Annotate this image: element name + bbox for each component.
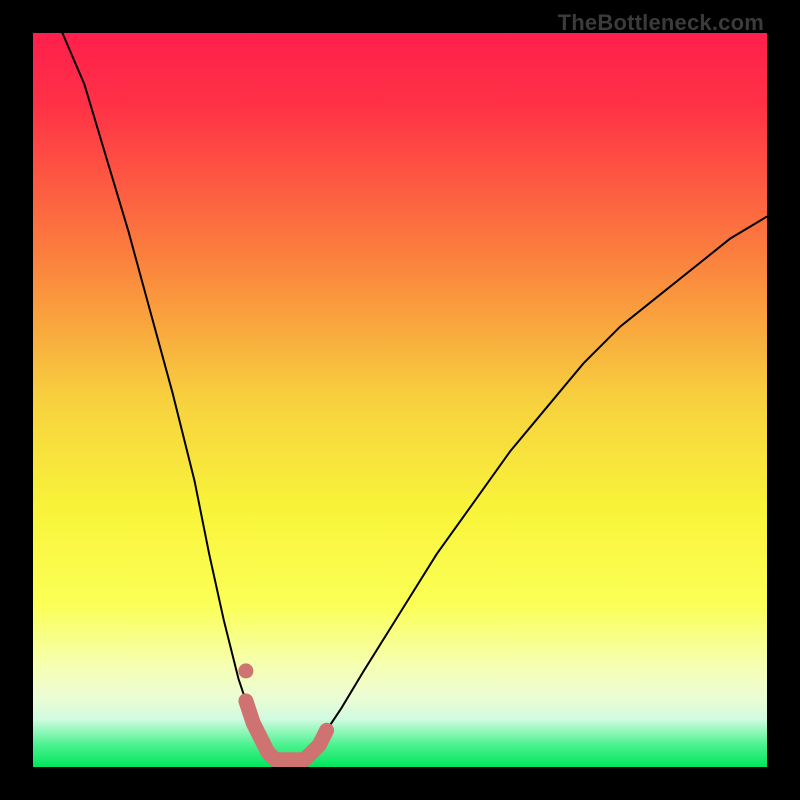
bottleneck-curve-group [62, 33, 767, 760]
chart-frame: TheBottleneck.com [0, 0, 800, 800]
watermark-label: TheBottleneck.com [558, 10, 764, 36]
bottleneck-curve [62, 33, 767, 760]
plot-area [33, 33, 767, 767]
highlight-dot-icon [238, 663, 253, 678]
bottleneck-curve-highlight [246, 701, 327, 760]
chart-svg [33, 33, 767, 767]
